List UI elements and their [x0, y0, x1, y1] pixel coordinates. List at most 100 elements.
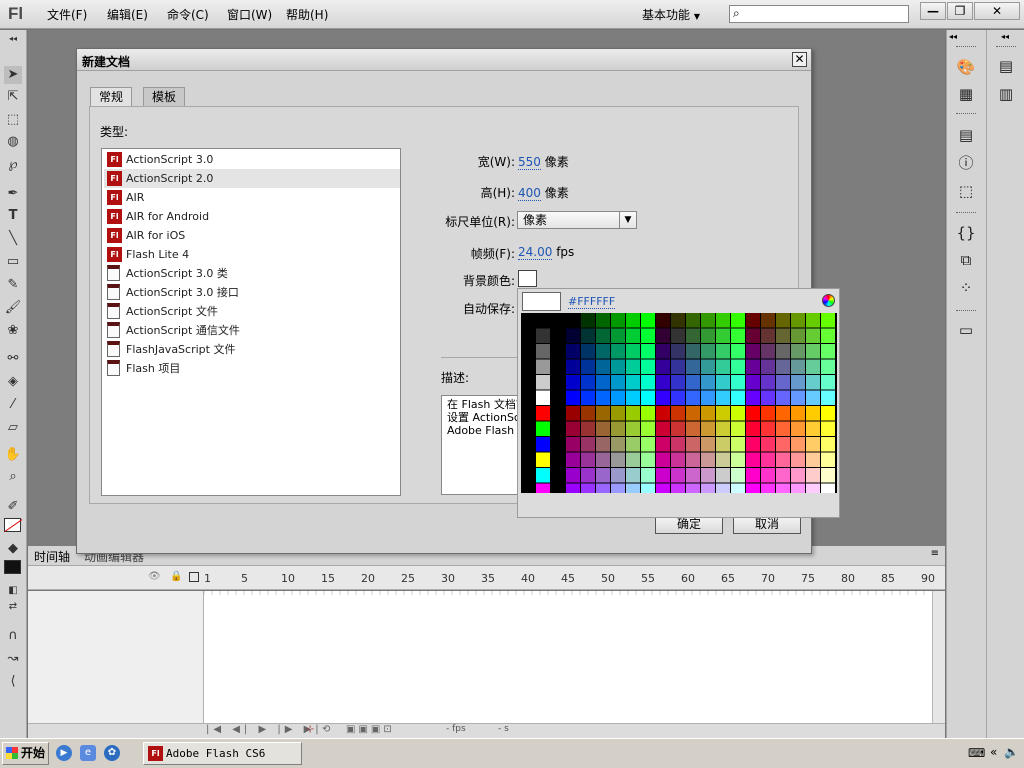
color-swatch[interactable] — [626, 375, 640, 390]
color-swatch[interactable] — [581, 328, 595, 344]
properties-panel-icon[interactable]: ▤ — [996, 56, 1016, 76]
color-swatch[interactable] — [701, 452, 715, 468]
fps-value[interactable]: 24.00 — [518, 245, 553, 260]
color-swatch[interactable] — [536, 468, 550, 483]
restore-button[interactable]: ❐ — [947, 2, 973, 20]
color-swatch[interactable] — [821, 452, 835, 468]
color-swatch[interactable] — [656, 313, 670, 328]
color-swatch[interactable] — [806, 359, 820, 375]
tab-general[interactable]: 常规 — [90, 87, 133, 107]
motion-presets-icon[interactable]: ⁘ — [956, 278, 976, 298]
color-swatch[interactable] — [671, 452, 685, 468]
color-swatch[interactable] — [701, 344, 715, 359]
fps-field[interactable]: 24.00 fps — [518, 245, 574, 260]
color-swatch[interactable] — [581, 406, 595, 421]
color-swatch[interactable] — [641, 406, 655, 421]
color-swatch[interactable] — [791, 421, 805, 437]
color-swatch[interactable] — [626, 390, 640, 406]
color-swatch[interactable] — [776, 328, 790, 344]
color-swatch[interactable] — [746, 313, 760, 328]
color-swatch[interactable] — [671, 375, 685, 390]
color-swatch[interactable] — [701, 375, 715, 390]
color-swatch[interactable] — [806, 468, 820, 483]
color-swatch[interactable] — [536, 437, 550, 452]
color-swatch[interactable] — [716, 390, 730, 406]
color-swatch[interactable] — [791, 468, 805, 483]
color-swatch[interactable] — [611, 452, 625, 468]
color-swatch[interactable] — [641, 483, 655, 494]
color-swatch[interactable] — [641, 437, 655, 452]
color-swatch[interactable] — [806, 406, 820, 421]
color-swatch[interactable] — [536, 359, 550, 375]
color-swatch[interactable] — [641, 452, 655, 468]
components-icon[interactable]: ⧉ — [956, 250, 976, 270]
color-swatch[interactable] — [701, 468, 715, 483]
color-swatch[interactable] — [536, 421, 550, 437]
color-swatch[interactable] — [776, 468, 790, 483]
color-swatch[interactable] — [746, 375, 760, 390]
color-swatch[interactable] — [746, 452, 760, 468]
color-swatch[interactable] — [746, 468, 760, 483]
color-swatch[interactable] — [776, 344, 790, 359]
color-swatch[interactable] — [596, 483, 610, 494]
color-swatch[interactable] — [761, 468, 775, 483]
list-item[interactable]: Flash 项目 — [104, 359, 400, 378]
color-swatch[interactable] — [776, 452, 790, 468]
color-swatch[interactable] — [776, 375, 790, 390]
speaker-icon[interactable]: 🔈 — [1004, 745, 1019, 759]
close-window-button[interactable]: ✕ — [974, 2, 1020, 20]
color-swatch[interactable] — [686, 421, 700, 437]
color-swatch[interactable] — [686, 452, 700, 468]
color-swatch[interactable] — [596, 421, 610, 437]
color-swatch[interactable] — [746, 344, 760, 359]
color-swatch[interactable] — [806, 375, 820, 390]
color-swatch[interactable] — [821, 328, 835, 344]
color-swatch[interactable] — [791, 406, 805, 421]
color-panel-icon[interactable]: 🎨 — [956, 57, 976, 77]
color-swatch[interactable] — [731, 406, 745, 421]
loop-icon[interactable]: ⟲ — [322, 724, 330, 735]
brush-tool-icon[interactable]: 🖌 — [4, 299, 22, 317]
color-swatch[interactable] — [641, 359, 655, 375]
color-swatch[interactable] — [611, 437, 625, 452]
color-swatch[interactable] — [821, 437, 835, 452]
color-swatch[interactable] — [581, 390, 595, 406]
color-swatch[interactable] — [761, 328, 775, 344]
color-swatch[interactable] — [761, 437, 775, 452]
color-swatch[interactable] — [536, 390, 550, 406]
color-swatch[interactable] — [731, 313, 745, 328]
list-item[interactable]: ActionScript 3.0 类 — [104, 264, 400, 283]
color-swatch[interactable] — [611, 359, 625, 375]
color-swatch[interactable] — [686, 328, 700, 344]
color-swatch[interactable] — [626, 406, 640, 421]
color-swatch[interactable] — [746, 421, 760, 437]
list-item[interactable]: FlashJavaScript 文件 — [104, 340, 400, 359]
color-swatch[interactable] — [581, 375, 595, 390]
subselection-tool-icon[interactable]: ⇱ — [4, 88, 22, 106]
zoom-tool-icon[interactable]: ⌕ — [4, 468, 22, 486]
dialog-titlebar[interactable]: 新建文档 ✕ — [77, 49, 811, 71]
color-swatch[interactable] — [731, 359, 745, 375]
color-swatch[interactable] — [761, 344, 775, 359]
fill-color-swatch[interactable] — [4, 560, 21, 574]
color-swatch[interactable] — [641, 375, 655, 390]
tab-timeline[interactable]: 时间轴 — [34, 548, 70, 565]
color-swatch[interactable] — [716, 375, 730, 390]
width-field[interactable]: 550 像素 — [518, 153, 569, 170]
color-swatch[interactable] — [611, 390, 625, 406]
color-swatch[interactable] — [716, 437, 730, 452]
color-swatch[interactable] — [611, 483, 625, 494]
color-swatch[interactable] — [746, 483, 760, 494]
color-swatch[interactable] — [671, 483, 685, 494]
color-swatch[interactable] — [626, 468, 640, 483]
type-list[interactable]: Fl ActionScript 3.0 Fl ActionScript 2.0 Fl AI… — [101, 148, 401, 496]
bone-tool-icon[interactable]: ⚯ — [4, 350, 22, 368]
code-snippets-icon[interactable]: {} — [956, 223, 976, 243]
color-swatch[interactable] — [641, 421, 655, 437]
color-swatch[interactable] — [596, 375, 610, 390]
free-transform-tool-icon[interactable]: ⬚ — [4, 111, 22, 129]
color-swatch[interactable] — [761, 406, 775, 421]
color-swatch[interactable] — [776, 421, 790, 437]
collapse-icon[interactable]: ◂◂ — [4, 34, 22, 44]
color-swatch[interactable] — [731, 468, 745, 483]
